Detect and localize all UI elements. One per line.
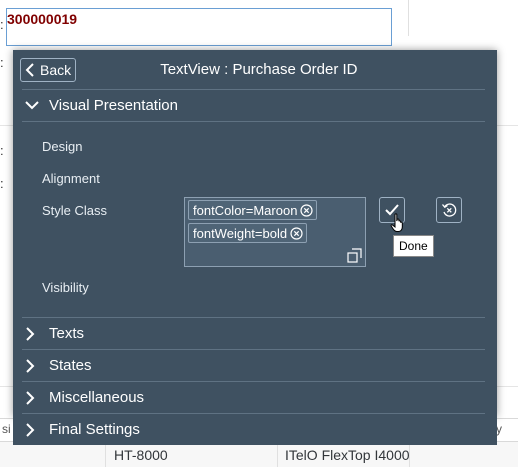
section-label: Final Settings [49, 421, 140, 438]
hand-cursor-icon [390, 213, 403, 232]
product-name-cell: ITelO FlexTop I4000 [285, 447, 410, 463]
product-id-cell: HT-8000 [114, 447, 168, 463]
section-label: Miscellaneous [49, 389, 145, 406]
chevron-right-icon [26, 359, 35, 373]
section-final-settings[interactable]: Final Settings [13, 415, 497, 445]
remove-token-icon[interactable] [290, 226, 303, 240]
popover-title: TextView : Purchase Order ID [160, 61, 358, 78]
property-label-alignment: Alignment [42, 171, 100, 186]
expand-icon[interactable] [347, 248, 362, 263]
section-texts[interactable]: Texts [13, 319, 497, 349]
property-popover: Back TextView : Purchase Order ID Visual… [13, 50, 497, 417]
chevron-right-icon [26, 327, 35, 341]
divider [408, 0, 409, 36]
chevron-right-icon [26, 423, 35, 437]
section-states[interactable]: States [13, 351, 497, 381]
field-colon: : [0, 55, 4, 70]
style-token[interactable]: fontWeight=bold [188, 223, 308, 243]
reset-icon [441, 203, 457, 217]
section-visual-presentation[interactable]: Visual Presentation [13, 91, 497, 121]
chevron-right-icon [26, 391, 35, 405]
purchase-order-id-value: 300000019 [7, 11, 78, 27]
remove-token-icon[interactable] [300, 203, 314, 217]
field-colon: : [0, 143, 4, 158]
style-class-multi-input[interactable]: fontColor=Maroon fontWeight=bold [184, 197, 366, 267]
section-label: States [49, 357, 92, 374]
field-colon: : [0, 176, 4, 191]
popover-header: Back TextView : Purchase Order ID [13, 50, 497, 88]
reset-button[interactable] [436, 197, 462, 223]
style-token[interactable]: fontColor=Maroon [188, 200, 318, 220]
table-header-fragment: si [2, 422, 11, 436]
chevron-down-icon [25, 101, 39, 110]
field-colon: : [0, 17, 4, 32]
section-miscellaneous[interactable]: Miscellaneous [13, 383, 497, 413]
section-label: Visual Presentation [49, 97, 178, 114]
property-label-design: Design [42, 139, 83, 154]
section-label: Texts [49, 325, 85, 342]
property-label-visibility: Visibility [42, 280, 89, 295]
property-label-style-class: Style Class [42, 203, 108, 218]
done-tooltip: Done [393, 235, 434, 257]
